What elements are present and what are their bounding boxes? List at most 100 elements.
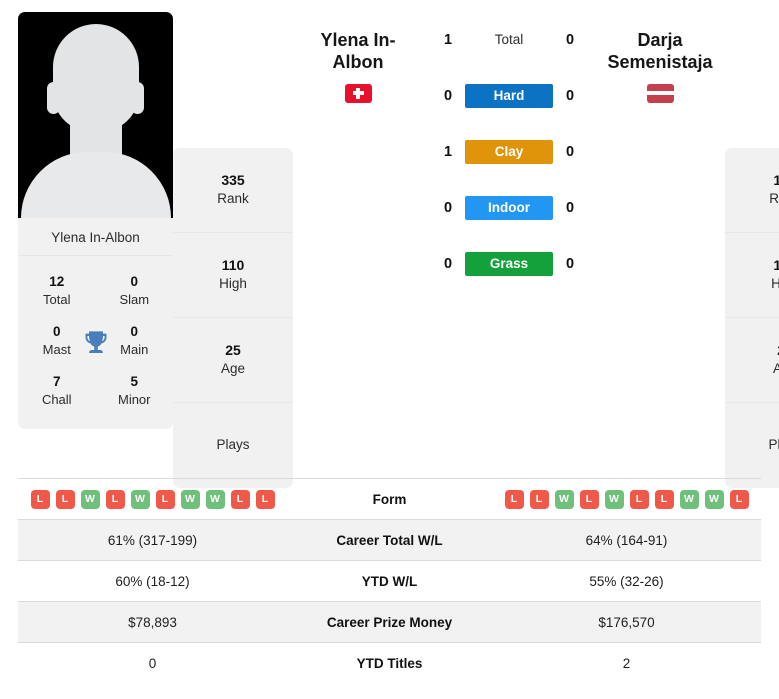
table-row-ytd-wl: 60% (18-12) YTD W/L 55% (32-26) bbox=[18, 561, 761, 602]
ytd-wl-right: 55% (32-26) bbox=[589, 573, 664, 589]
form-result-badge: L bbox=[155, 489, 175, 509]
titles-chall: 7 Chall bbox=[26, 373, 88, 409]
form-result-badge: L bbox=[579, 489, 599, 509]
table-row-career-prize-money: $78,893 Career Prize Money $176,570 bbox=[18, 602, 761, 643]
stat-plays-label: Plays bbox=[216, 437, 250, 453]
form-result-badge: W bbox=[80, 489, 100, 509]
form-result-badge: L bbox=[654, 489, 674, 509]
avatar-ear-left-shape bbox=[47, 82, 60, 114]
left-player-stat-panel: 335 Rank 110 High 25 Age Plays bbox=[173, 148, 293, 488]
surface-row-grass: 0 Grass 0 bbox=[423, 236, 595, 292]
surface-grass-badge[interactable]: Grass bbox=[465, 252, 553, 276]
form-result-badge: L bbox=[255, 489, 275, 509]
stat-plays-label: Plays bbox=[768, 437, 779, 453]
stat-plays: Plays bbox=[173, 403, 293, 488]
titles-slam: 0 Slam bbox=[103, 273, 165, 309]
surface-hard-badge[interactable]: Hard bbox=[465, 84, 553, 108]
stat-high-value: 106 bbox=[773, 256, 779, 273]
surface-grass-right-score: 0 bbox=[565, 256, 575, 272]
form-result-badge: W bbox=[704, 489, 724, 509]
form-result-badge: L bbox=[504, 489, 524, 509]
form-result-badge: L bbox=[529, 489, 549, 509]
stat-high-label: High bbox=[219, 276, 247, 292]
form-result-badge: L bbox=[230, 489, 250, 509]
right-player-name-line2: Semenistaja bbox=[607, 51, 713, 72]
stat-rank-label: Rank bbox=[769, 191, 779, 207]
surface-total-right-score: 0 bbox=[565, 32, 575, 48]
form-left-cell: LLWLWLWWLL bbox=[18, 489, 287, 509]
form-result-badge: W bbox=[679, 489, 699, 509]
stat-age: 25 Age bbox=[173, 318, 293, 403]
form-result-badge: L bbox=[55, 489, 75, 509]
stat-age-label: Age bbox=[220, 361, 246, 377]
row-label-form: Form bbox=[372, 491, 407, 507]
stat-age-label: Age bbox=[772, 361, 779, 377]
surface-total-left-score: 1 bbox=[443, 32, 453, 48]
surface-indoor-badge[interactable]: Indoor bbox=[465, 196, 553, 220]
left-player-column: Ylena In-Albon 12 Total 0 Slam 0 Mast 0 … bbox=[18, 12, 173, 430]
latvia-flag-top-band bbox=[646, 83, 674, 92]
form-result-badge: W bbox=[604, 489, 624, 509]
surface-row-total: 1 Total 0 bbox=[423, 12, 595, 68]
right-form-badges: LLWLWLLWWL bbox=[492, 489, 761, 509]
titles-total-value: 12 bbox=[49, 274, 65, 289]
form-result-badge: L bbox=[629, 489, 649, 509]
form-result-badge: L bbox=[30, 489, 50, 509]
stat-age-value: 25 bbox=[225, 341, 241, 358]
titles-minor: 5 Minor bbox=[103, 373, 165, 409]
form-result-badge: W bbox=[180, 489, 200, 509]
ytd-wl-left: 60% (18-12) bbox=[115, 573, 190, 589]
titles-mast: 0 Mast bbox=[26, 323, 88, 359]
career-prize-money-left: $78,893 bbox=[128, 614, 177, 630]
right-player-name-line1: Darja bbox=[637, 30, 683, 50]
surface-row-hard: 0 Hard 0 bbox=[423, 68, 595, 124]
ytd-titles-right: 2 bbox=[622, 656, 631, 671]
trophy-icon bbox=[82, 329, 110, 357]
titles-mast-label: Mast bbox=[42, 341, 71, 357]
stat-age: 21 Age bbox=[725, 318, 779, 403]
stat-rank-value: 335 bbox=[221, 171, 245, 188]
stat-high-value: 110 bbox=[221, 256, 245, 273]
titles-minor-value: 5 bbox=[130, 373, 138, 389]
avatar-ear-right-shape bbox=[131, 82, 144, 114]
right-player-name: Darja Semenistaja bbox=[595, 30, 725, 74]
row-label-career-total-wl: Career Total W/L bbox=[336, 532, 443, 548]
table-row-ytd-titles: 0 YTD Titles 2 bbox=[18, 643, 761, 684]
table-row-career-total-wl: 61% (317-199) Career Total W/L 64% (164-… bbox=[18, 520, 761, 561]
row-label-ytd-titles: YTD Titles bbox=[356, 656, 423, 671]
titles-mast-value: 0 bbox=[52, 323, 61, 339]
titles-row-total: 12 Total 0 Slam bbox=[18, 266, 173, 316]
left-form-badges: LLWLWLWWLL bbox=[18, 489, 287, 509]
titles-total-label: Total bbox=[43, 292, 71, 308]
surface-clay-right-score: 0 bbox=[565, 144, 575, 160]
stat-high-label: High bbox=[771, 276, 779, 292]
titles-total: 12 Total bbox=[26, 273, 88, 309]
stat-high: 110 High bbox=[173, 233, 293, 318]
titles-chall-value: 7 bbox=[52, 373, 61, 389]
row-label-career-prize-money: Career Prize Money bbox=[326, 614, 453, 630]
form-result-badge: L bbox=[105, 489, 125, 509]
comparison-header: Ylena In-Albon 12 Total 0 Slam 0 Mast 0 … bbox=[0, 0, 779, 488]
player-comparison-page: Ylena In-Albon 12 Total 0 Slam 0 Mast 0 … bbox=[0, 0, 779, 699]
form-right-cell: LLWLWLLWWL bbox=[492, 489, 761, 509]
surface-grass-left-score: 0 bbox=[443, 256, 453, 272]
career-prize-money-right: $176,570 bbox=[598, 614, 655, 630]
left-player-name-line2: Albon bbox=[332, 51, 384, 72]
latvia-flag-bottom-band bbox=[646, 95, 674, 103]
surface-clay-badge[interactable]: Clay bbox=[465, 140, 553, 164]
left-player-card[interactable]: Ylena In-Albon 12 Total 0 Slam 0 Mast 0 … bbox=[18, 12, 173, 430]
stat-rank-value: 141 bbox=[773, 171, 779, 188]
left-player-card-name: Ylena In-Albon bbox=[18, 218, 173, 256]
stat-rank: 141 Rank bbox=[725, 148, 779, 233]
left-player-name: Ylena In- Albon bbox=[293, 30, 423, 74]
left-player-titles: 12 Total 0 Slam 0 Mast 0 Main 7 Chall 5 … bbox=[18, 256, 173, 430]
titles-row-chall: 7 Chall 5 Minor bbox=[18, 366, 173, 416]
avatar-body-shape bbox=[20, 152, 171, 218]
titles-chall-label: Chall bbox=[41, 391, 72, 407]
surface-total-label: Total bbox=[494, 32, 524, 47]
form-result-badge: W bbox=[205, 489, 225, 509]
form-result-badge: W bbox=[130, 489, 150, 509]
right-player-name-block: Darja Semenistaja bbox=[595, 12, 725, 103]
titles-slam-value: 0 bbox=[130, 274, 138, 289]
titles-minor-label: Minor bbox=[117, 391, 151, 407]
